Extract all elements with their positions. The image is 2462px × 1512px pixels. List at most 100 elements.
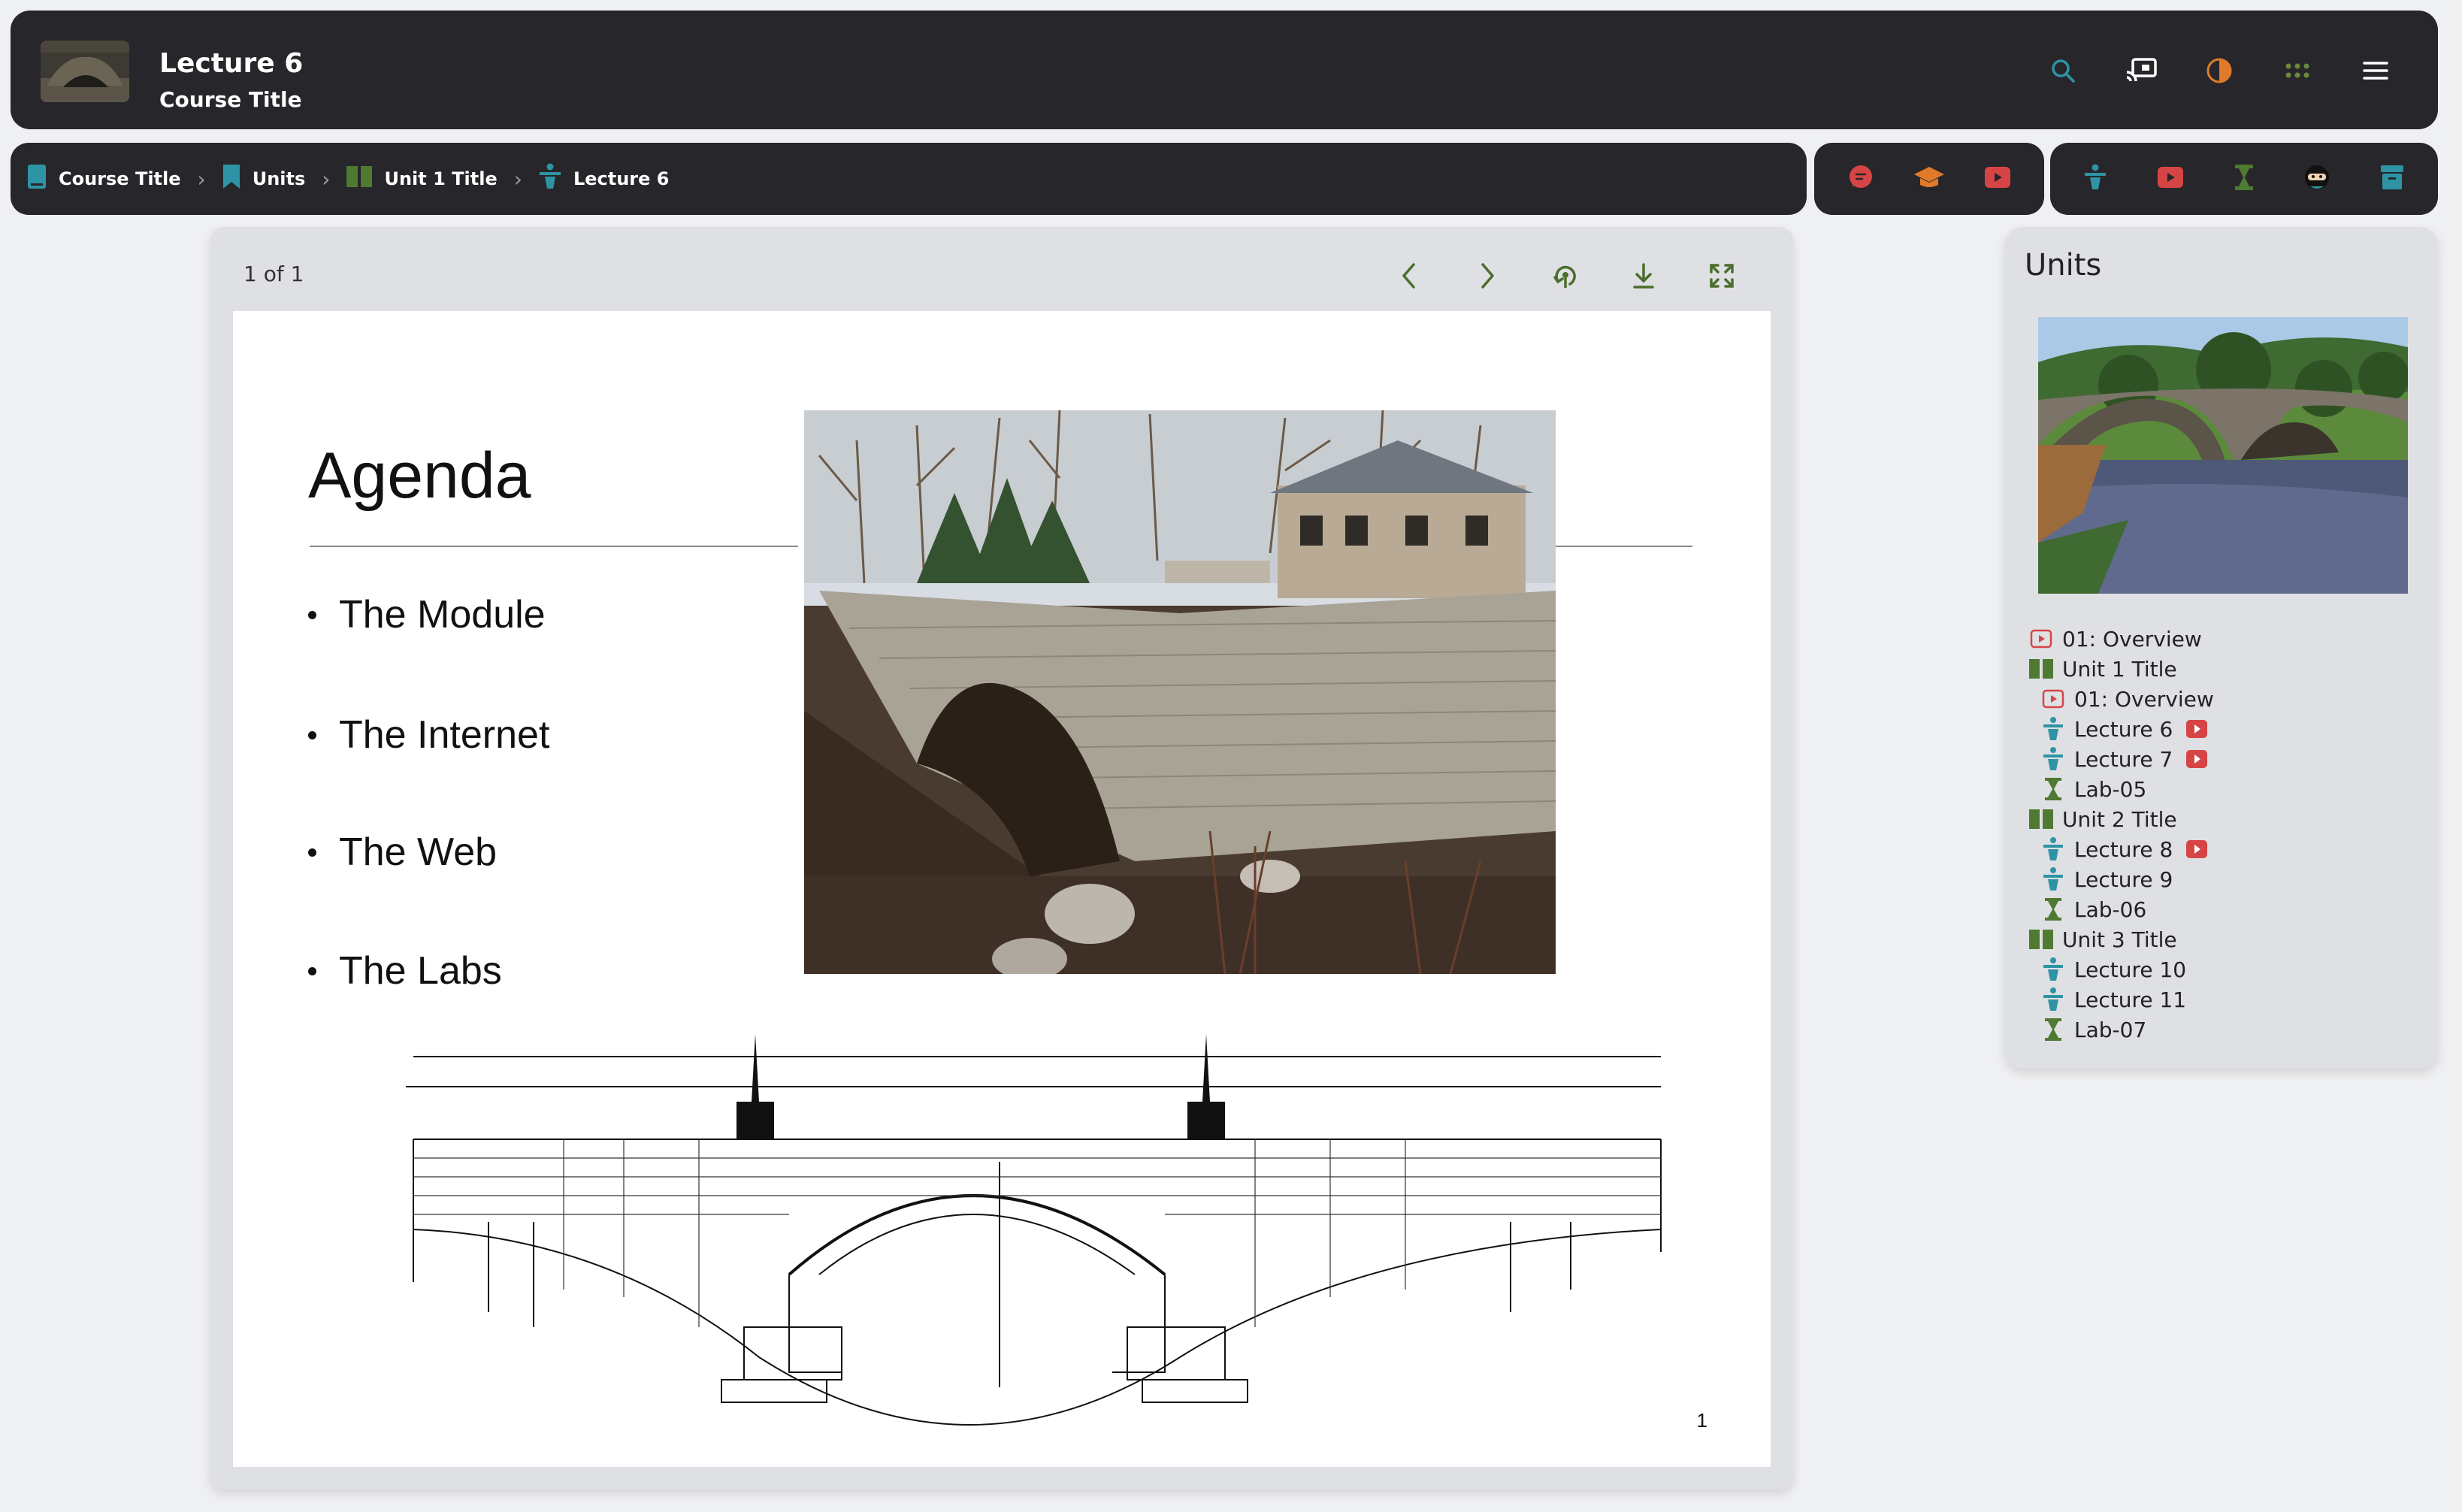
tree-item-lecture-8[interactable]: Lecture 8: [2029, 834, 2214, 864]
tree-item-overview[interactable]: 01: Overview: [2029, 624, 2214, 654]
tree-item-lecture-10[interactable]: Lecture 10: [2029, 954, 2214, 984]
video-icon: [2029, 627, 2053, 651]
archive-icon[interactable]: [2380, 165, 2404, 193]
fullscreen-button[interactable]: [1703, 257, 1741, 295]
tree-item-unit-2[interactable]: Unit 2 Title: [2029, 804, 2214, 834]
page-subtitle: Course Title: [159, 87, 302, 112]
lab-icon[interactable]: [2234, 164, 2254, 194]
breadcrumb-item-units[interactable]: Units: [222, 164, 306, 194]
tree-item-label: Lecture 6: [2074, 717, 2173, 742]
ninja-icon[interactable]: [2304, 164, 2330, 194]
tree-item-label: Lab-05: [2074, 777, 2146, 802]
lecture-icon[interactable]: [2084, 164, 2107, 194]
breadcrumb: Course Title › Units › Unit 1 Title › Le…: [11, 143, 1807, 215]
lecture-icon: [539, 163, 561, 195]
tree-item-lab-05[interactable]: Lab-05: [2029, 774, 2214, 804]
tree-item-lecture-11[interactable]: Lecture 11: [2029, 984, 2214, 1015]
contrast-icon[interactable]: [2202, 53, 2237, 88]
bridge-elevation-drawing: [383, 1027, 1691, 1447]
page-title: Lecture 6: [159, 48, 303, 79]
cast-icon[interactable]: [2124, 53, 2158, 88]
fullscreen-icon: [1709, 263, 1735, 289]
title-divider: [310, 546, 798, 547]
video-icon[interactable]: [2157, 166, 2184, 192]
bookmark-icon: [222, 164, 240, 194]
tree-item-label: Lecture 11: [2074, 987, 2186, 1012]
tree-item-lecture-7[interactable]: Lecture 7: [2029, 744, 2214, 774]
lecture-icon: [2041, 837, 2065, 861]
units-cover-image: [2038, 317, 2408, 594]
slide-page: Agenda The Module The Internet The Web T…: [233, 311, 1771, 1467]
video-icon[interactable]: [2185, 837, 2209, 861]
chevron-right-icon: [1478, 262, 1496, 289]
graduation-cap-icon[interactable]: [1913, 165, 1945, 192]
tree-item-label: Lecture 10: [2074, 957, 2186, 982]
tree-item-unit-1[interactable]: Unit 1 Title: [2029, 654, 2214, 684]
tree-item-lab-06[interactable]: Lab-06: [2029, 894, 2214, 924]
chevron-left-icon: [1400, 262, 1418, 289]
rotate-button[interactable]: [1547, 257, 1584, 295]
top-app-bar: Lecture 6 Course Title: [11, 11, 2438, 129]
open-book-icon: [346, 166, 372, 192]
tree-item-label: Lecture 9: [2074, 867, 2173, 892]
tree-item-unit-3[interactable]: Unit 3 Title: [2029, 924, 2214, 954]
video-icon: [2041, 687, 2065, 711]
open-book-icon: [2029, 807, 2053, 831]
breadcrumb-item-unit[interactable]: Unit 1 Title: [346, 166, 497, 192]
slide-viewer: 1 of 1 Agenda The Module The Internet Th…: [210, 227, 1793, 1489]
units-tree: 01: Overview Unit 1 Title 01: Overview L…: [2029, 624, 2214, 1045]
chevron-right-icon: ›: [322, 167, 330, 192]
rotate-icon: [1552, 262, 1579, 290]
activity-toolbar: [2050, 143, 2438, 215]
slide-page-number: 1: [1697, 1409, 1707, 1432]
lecture-icon: [2041, 987, 2065, 1012]
lecture-icon: [2041, 867, 2065, 891]
tree-item-label: Lecture 7: [2074, 747, 2173, 772]
chat-icon[interactable]: [1847, 164, 1874, 194]
breadcrumb-label: Lecture 6: [573, 168, 670, 189]
tree-item-label: 01: Overview: [2074, 687, 2214, 712]
slide-bullet: The Web: [308, 830, 497, 875]
tree-item-lecture-6[interactable]: Lecture 6: [2029, 714, 2214, 744]
tree-item-lecture-9[interactable]: Lecture 9: [2029, 864, 2214, 894]
lecture-icon: [2041, 717, 2065, 741]
open-book-icon: [2029, 657, 2053, 681]
breadcrumb-label: Units: [253, 168, 306, 189]
tree-item-label: Lab-06: [2074, 897, 2146, 922]
download-button[interactable]: [1625, 257, 1662, 295]
slide-bullet: The Module: [308, 592, 546, 637]
course-thumbnail[interactable]: [41, 41, 129, 102]
video-icon[interactable]: [2185, 747, 2209, 771]
breadcrumb-item-lecture: Lecture 6: [539, 163, 670, 195]
tree-item-overview[interactable]: 01: Overview: [2029, 684, 2214, 714]
video-icon[interactable]: [1984, 166, 2011, 192]
prev-page-button[interactable]: [1390, 257, 1428, 295]
menu-icon[interactable]: [2358, 53, 2393, 88]
apps-icon[interactable]: [2280, 53, 2315, 88]
next-page-button[interactable]: [1468, 257, 1506, 295]
slide-title: Agenda: [308, 439, 531, 513]
chevron-right-icon: ›: [514, 167, 522, 192]
title-divider: [1556, 546, 1692, 547]
units-heading: Units: [2025, 248, 2101, 283]
slide-bullet: The Labs: [308, 948, 502, 993]
lab-icon: [2041, 897, 2065, 921]
breadcrumb-label: Unit 1 Title: [384, 168, 497, 189]
tree-item-lab-07[interactable]: Lab-07: [2029, 1015, 2214, 1045]
lecture-icon: [2041, 957, 2065, 981]
tree-item-label: 01: Overview: [2062, 627, 2202, 652]
units-panel: Units 01: Overview Unit 1 Title 01: Over…: [2005, 227, 2438, 1069]
bridge-photo: [804, 410, 1556, 974]
tree-item-label: Unit 1 Title: [2062, 657, 2177, 682]
breadcrumb-item-course[interactable]: Course Title: [27, 164, 181, 194]
book-icon: [27, 164, 47, 194]
video-icon[interactable]: [2185, 717, 2209, 741]
slide-bullet: The Internet: [308, 712, 549, 758]
search-icon[interactable]: [2046, 53, 2080, 88]
chevron-right-icon: ›: [198, 167, 206, 192]
download-icon: [1632, 262, 1655, 289]
tree-item-label: Unit 2 Title: [2062, 807, 2177, 832]
open-book-icon: [2029, 927, 2053, 951]
tree-item-label: Lab-07: [2074, 1018, 2146, 1042]
resource-toolbar: [1814, 143, 2044, 215]
